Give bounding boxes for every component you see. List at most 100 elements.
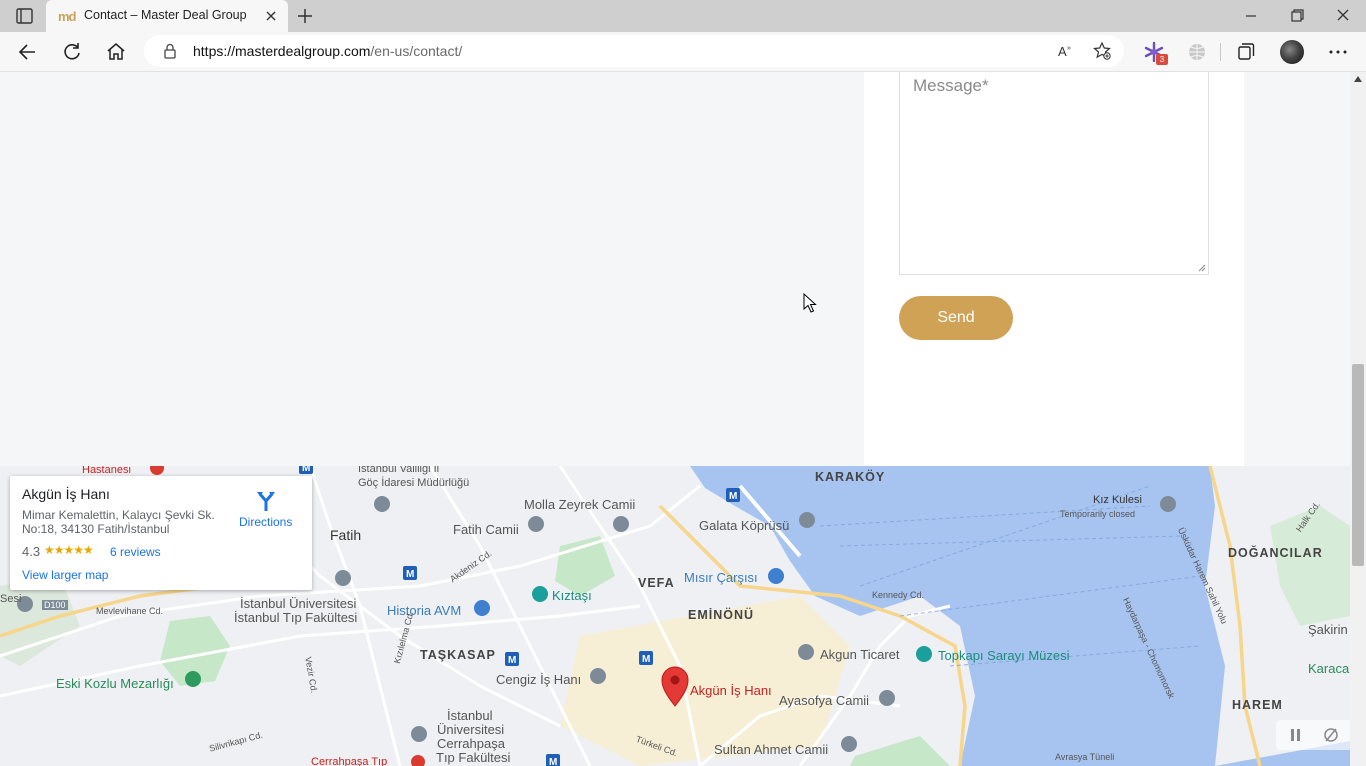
globe-icon[interactable]: [1185, 40, 1209, 64]
window-close-icon[interactable]: [1332, 6, 1354, 26]
tab-actions-icon[interactable]: [10, 6, 38, 26]
reviews-link[interactable]: 6 reviews: [110, 545, 161, 559]
place-name: Akgün İş Hanı: [22, 486, 110, 502]
svg-text:M: M: [406, 569, 414, 580]
svg-text:M: M: [642, 654, 650, 665]
map-label: Akgun Ticaret: [820, 647, 900, 662]
left-background-panel: [0, 72, 864, 466]
map-label: Temporarily closed: [1060, 509, 1136, 519]
map-label: DOĞANCILAR: [1228, 546, 1323, 560]
place-rating: 4.3: [22, 544, 41, 559]
map-label: KARAKÖY: [815, 470, 886, 484]
map-label: Eski Kozlu Mezarlığı: [56, 676, 174, 691]
svg-text:M: M: [549, 757, 557, 766]
metro-icon: M: [505, 652, 519, 666]
map-label: D100: [42, 600, 68, 610]
site-favicon: md: [58, 9, 76, 24]
map-label: Cengiz İş Hanı: [496, 672, 582, 687]
map-label: Akgün İş Hanı: [690, 683, 772, 698]
map-label: Avrasya Tüneli: [1055, 752, 1115, 762]
map-label: Fatih: [330, 527, 362, 543]
home-icon[interactable]: [104, 40, 128, 64]
map-label: Cerrahpaşa Tıp: [311, 756, 388, 766]
favorites-icon[interactable]: [1092, 41, 1112, 61]
map-controls[interactable]: [1276, 720, 1350, 750]
view-larger-map-link[interactable]: View larger map: [22, 568, 108, 582]
map-label: VEFA: [638, 576, 675, 590]
extension-badge: 3: [1156, 54, 1168, 65]
back-icon[interactable]: [16, 40, 40, 64]
svg-text:M: M: [508, 655, 516, 666]
map-label: İstanbul Tıp Fakültesi: [234, 610, 358, 625]
map-label: Şakirin: [1308, 622, 1348, 637]
map-label: Galata Köprüsü: [699, 518, 790, 533]
directions-link[interactable]: Directions: [239, 515, 292, 529]
minimize-icon[interactable]: [1240, 6, 1262, 26]
map-label: Historia AVM: [387, 603, 462, 618]
map-label: Kız Kulesi: [1093, 494, 1142, 506]
page-scrollbar[interactable]: [1350, 72, 1366, 766]
map-label: Hastanesi: [82, 466, 131, 476]
map-label: Fatih Camii: [453, 522, 519, 537]
active-tab[interactable]: md Contact – Master Deal Group: [46, 0, 288, 32]
map-label: Mısır Çarşısı: [684, 570, 758, 585]
map-label: Göç İdaresi Müdürlüğü: [358, 477, 470, 489]
map-label: Kıztaşı: [552, 588, 592, 603]
browser-window: md Contact – Master Deal Group https://m…: [0, 0, 1366, 766]
place-address-line2: No:18, 34130 Fatih/İstanbul: [22, 522, 170, 536]
place-address-line1: Mimar Kemalettin, Kalaycı Şevki Sk.: [22, 508, 215, 522]
map-label: Mevlevihane Cd.: [96, 606, 164, 616]
map-label: Molla Zeyrek Camii: [524, 497, 636, 512]
metro-icon: M: [299, 466, 313, 474]
message-placeholder: Message*: [913, 76, 989, 95]
place-info-card: Akgün İş Hanı Mimar Kemalettin, Kalaycı …: [10, 476, 312, 590]
url-path: /en-us/contact/: [370, 43, 463, 59]
directions-icon[interactable]: [254, 489, 278, 513]
map-label: HAREM: [1232, 698, 1283, 712]
metro-icon: M: [403, 566, 417, 580]
map-label: Tıp Fakültesi: [436, 750, 511, 765]
contact-form: Message* Send: [864, 72, 1244, 466]
map-label: Kennedy Cd.: [872, 590, 925, 600]
refresh-icon[interactable]: [60, 40, 84, 64]
tab-bar: md Contact – Master Deal Group: [0, 0, 1366, 32]
plus-icon[interactable]: [294, 6, 316, 26]
metro-icon: M: [546, 754, 560, 766]
map-label: Sesi: [0, 593, 22, 605]
map-label: Topkapı Sarayı Müzesi: [938, 648, 1070, 663]
restore-icon[interactable]: [1286, 6, 1308, 26]
close-icon[interactable]: [262, 7, 280, 25]
message-textarea[interactable]: Message*: [899, 72, 1209, 275]
lock-icon[interactable]: [162, 42, 178, 60]
toolbar-separator: [1220, 43, 1221, 61]
browser-toolbar: https://masterdealgroup.com/en-us/contac…: [0, 32, 1366, 72]
map-label: Ayasofya Camii: [779, 693, 870, 708]
scroll-up-icon[interactable]: [1354, 76, 1362, 82]
map-label: TAŞKASAP: [420, 648, 496, 662]
resize-grip-icon[interactable]: [1198, 264, 1206, 272]
page-viewport: Message* Send M M M M M M Hastanesi İsta…: [0, 72, 1350, 766]
map-label: İstanbul Valiliği İl: [358, 466, 440, 475]
tab-title: Contact – Master Deal Group: [84, 8, 247, 22]
star-rating-icon: ★★★★★: [44, 543, 94, 557]
more-icon[interactable]: [1326, 40, 1350, 64]
scrollbar-thumb[interactable]: [1352, 364, 1364, 566]
map-label: İstanbul: [447, 708, 493, 723]
url-text[interactable]: https://masterdealgroup.com/en-us/contac…: [193, 43, 462, 59]
read-aloud-icon[interactable]: A»: [1056, 41, 1076, 61]
address-bar[interactable]: https://masterdealgroup.com/en-us/contac…: [144, 35, 1124, 67]
map-label: İstanbul Üniversitesi: [240, 596, 357, 611]
svg-text:M: M: [729, 491, 737, 502]
svg-text:»: »: [1067, 45, 1071, 52]
avatar[interactable]: [1280, 40, 1304, 64]
mouse-cursor-icon: [803, 293, 817, 313]
map-label: Sultan Ahmet Camii: [714, 742, 829, 757]
svg-text:M: M: [302, 466, 310, 474]
metro-icon: M: [639, 651, 653, 665]
map-label: Cerrahpaşa: [437, 736, 505, 751]
embedded-map[interactable]: M M M M M M Hastanesi İstanbul Valiliği …: [0, 466, 1350, 766]
collections-icon[interactable]: [1234, 40, 1258, 64]
send-button[interactable]: Send: [899, 296, 1013, 340]
pause-icon[interactable]: [1276, 720, 1350, 750]
metro-icon: M: [726, 488, 740, 502]
